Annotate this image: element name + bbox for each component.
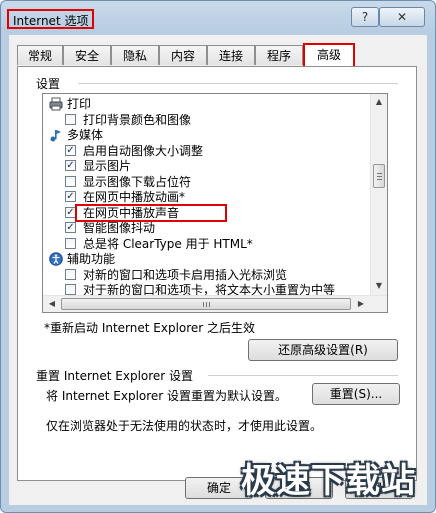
scroll-up-arrow-icon[interactable]: ▲	[373, 96, 385, 108]
checkbox-label: 启用自动图像大小调整	[83, 143, 204, 158]
advanced-tab-panel: 设置 打印 打印背景颜色和图像 多媒体 ✓ 启用自动图像大小调整 ✓ 显示图片 显示图像下载占…	[17, 66, 417, 481]
tab-content[interactable]: 内容	[159, 45, 207, 65]
checkbox-checked[interactable]: ✓	[65, 222, 76, 233]
grip-line	[206, 302, 207, 307]
watermark-text: 极速下载站	[241, 461, 416, 501]
settings-group-label: 设置	[36, 77, 61, 91]
highlight-box	[75, 203, 227, 222]
grip-line	[203, 302, 204, 307]
checkbox-label: 显示图像下载占位符	[83, 174, 192, 189]
reset-section-title: 重置 Internet Explorer 设置	[36, 369, 194, 383]
dialog-client-area: 常规 安全 隐私 内容 连接 程序 高级 设置 打印 打印背景颜色和图像 多媒体 ✓ 启…	[9, 35, 427, 505]
restore-advanced-settings-button[interactable]: 还原高级设置(R)	[248, 339, 398, 361]
checkbox-label: 智能图像抖动	[83, 221, 156, 235]
grip-line	[377, 176, 382, 177]
checkbox-checked[interactable]: ✓	[65, 191, 76, 202]
tab-connections[interactable]: 连接	[207, 45, 255, 65]
vertical-scrollbar[interactable]: ▲ ▼	[370, 94, 387, 296]
checkbox-label: 总是将 ClearType 用于 HTML*	[83, 236, 253, 251]
scroll-right-arrow-icon[interactable]: ▶	[355, 298, 367, 310]
grip-line	[209, 302, 210, 307]
category-label: 多媒体	[67, 128, 104, 142]
checkbox-unchecked[interactable]	[65, 237, 76, 249]
checkbox-unchecked[interactable]	[65, 284, 76, 295]
settings-divider	[78, 83, 398, 84]
tab-general[interactable]: 常规	[17, 45, 63, 65]
accessibility-icon	[49, 252, 63, 266]
tab-strip: 常规 安全 隐私 内容 连接 程序 高级	[17, 43, 417, 67]
reset-button[interactable]: 重置(S)...	[312, 383, 400, 405]
checkbox-label: 对于新的窗口和选项卡，将文本大小重置为中等	[83, 283, 336, 296]
close-button[interactable]: ✕	[379, 7, 425, 27]
reset-note: 仅在浏览器处于无法使用的状态时，才使用此设置。	[46, 419, 323, 433]
tab-privacy[interactable]: 隐私	[111, 45, 159, 65]
checkbox-label: 打印背景颜色和图像	[83, 112, 192, 127]
restart-note: *重新启动 Internet Explorer 之后生效	[44, 321, 256, 335]
printer-icon	[49, 97, 63, 111]
settings-items: 打印 打印背景颜色和图像 多媒体 ✓ 启用自动图像大小调整 ✓ 显示图片 显示图像下载占位符 ✓…	[43, 94, 370, 296]
internet-options-dialog: Internet 选项 ? ✕ 常规 安全 隐私 内容 连接 程序 高级 设置 …	[0, 0, 436, 513]
multimedia-icon	[49, 128, 63, 142]
horizontal-scroll-thumb[interactable]	[61, 298, 351, 310]
help-button[interactable]: ?	[351, 7, 379, 27]
tab-advanced[interactable]: 高级	[303, 43, 355, 66]
checkbox-unchecked[interactable]	[65, 175, 76, 187]
tab-programs[interactable]: 程序	[255, 45, 303, 65]
horizontal-scrollbar[interactable]: ◀ ▶	[43, 295, 387, 312]
category-label: 打印	[67, 97, 92, 111]
checkbox-unchecked[interactable]	[65, 268, 76, 280]
checkbox-checked[interactable]: ✓	[65, 160, 76, 171]
window-title: Internet 选项	[7, 9, 95, 29]
tab-security[interactable]: 安全	[63, 45, 111, 65]
vertical-scroll-thumb[interactable]	[373, 164, 385, 188]
reset-section-divider	[208, 375, 398, 376]
checkbox-label: 显示图片	[83, 159, 132, 173]
checkbox-unchecked[interactable]	[65, 113, 76, 125]
checkbox-checked[interactable]: ✓	[65, 144, 76, 156]
settings-tree-list[interactable]: 打印 打印背景颜色和图像 多媒体 ✓ 启用自动图像大小调整 ✓ 显示图片 显示图像下载占位符 ✓…	[42, 93, 388, 313]
title-bar: Internet 选项 ? ✕	[1, 1, 435, 35]
scroll-down-arrow-icon[interactable]: ▼	[373, 280, 385, 292]
scroll-left-arrow-icon[interactable]: ◀	[46, 298, 58, 310]
category-label: 辅助功能	[67, 252, 116, 266]
checkbox-label: 对新的窗口和选项卡启用插入光标浏览	[83, 267, 288, 282]
grip-line	[377, 179, 382, 180]
grip-line	[377, 173, 382, 174]
reset-description: 将 Internet Explorer 设置重置为默认设置。	[46, 389, 288, 403]
